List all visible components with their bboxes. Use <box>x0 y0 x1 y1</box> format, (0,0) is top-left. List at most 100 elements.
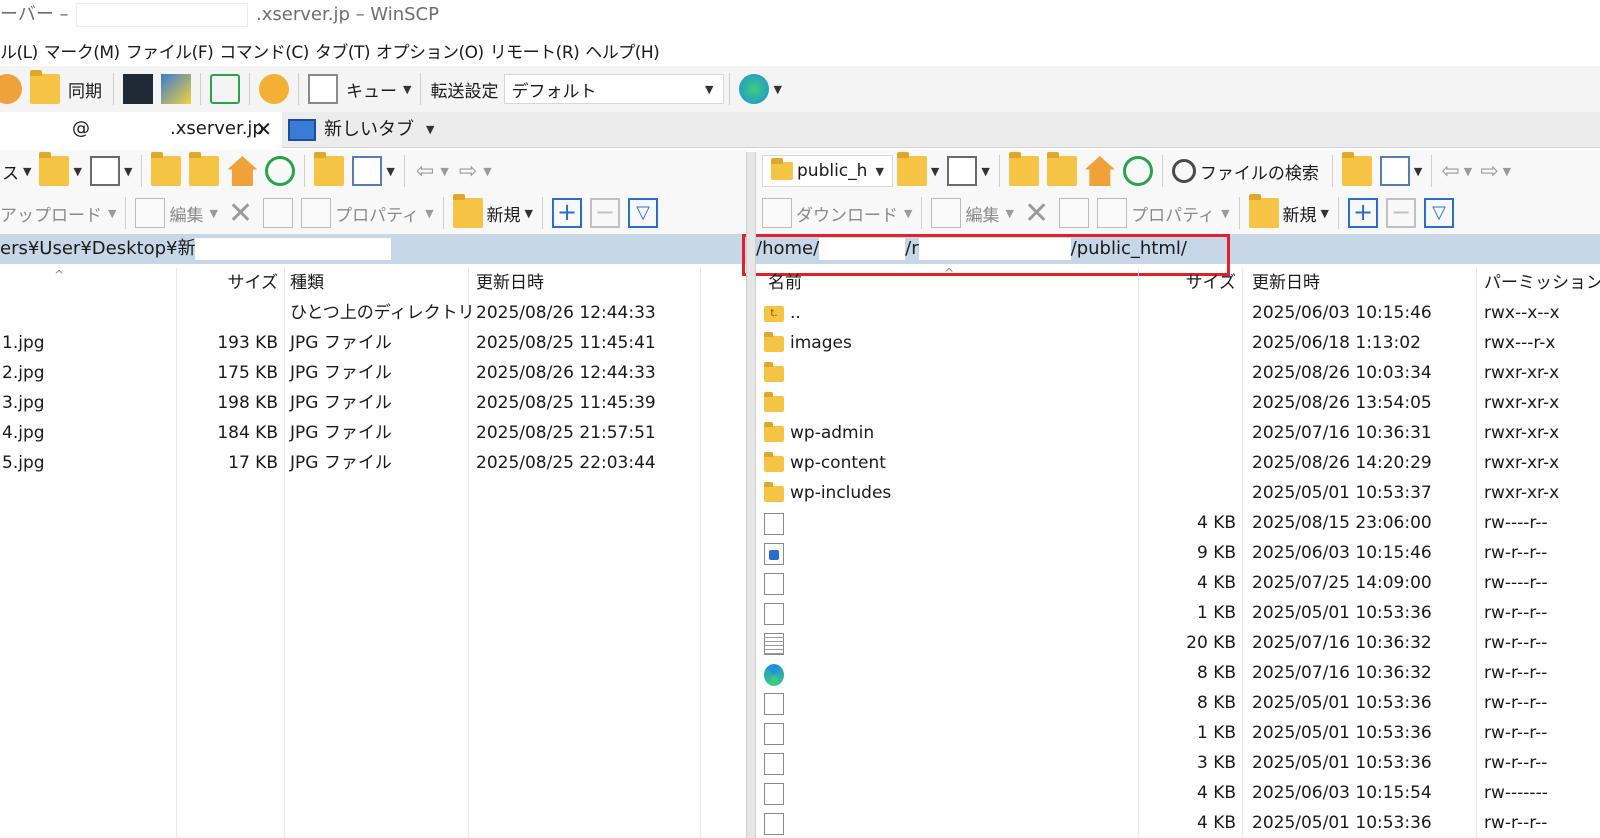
download-button[interactable]: ダウンロード <box>796 201 898 226</box>
back-arrow-icon[interactable]: ⇦ <box>1441 159 1459 184</box>
chevron-down-icon[interactable]: ▼ <box>904 207 912 220</box>
globe-icon[interactable] <box>739 74 770 104</box>
table-row[interactable]: 8 KB 2025/07/16 10:36:32 rw-r--r-- <box>756 658 1600 688</box>
header-permission[interactable]: パーミッション <box>1484 268 1600 298</box>
chevron-down-icon[interactable]: ▼ <box>124 165 132 178</box>
chevron-down-icon[interactable]: ▼ <box>1005 207 1013 220</box>
table-row[interactable]: 1 KB 2025/05/01 10:53:36 rw-r--r-- <box>756 598 1600 628</box>
local-path-bar[interactable]: ers¥User¥Desktop¥新 <box>0 234 746 264</box>
filter-icon[interactable] <box>947 156 978 186</box>
table-row[interactable]: 4 KB 2025/06/03 10:15:54 rw------- <box>756 778 1600 808</box>
properties-icon[interactable] <box>301 198 332 228</box>
table-row[interactable]: 1 KB 2025/05/01 10:53:36 rw-r--r-- <box>756 718 1600 748</box>
properties-button[interactable]: プロパティ <box>335 201 419 226</box>
header-modified[interactable]: 更新日時 <box>1252 268 1320 298</box>
table-row[interactable]: 2025/08/26 10:03:34 rwxr-xr-x <box>756 358 1600 388</box>
delete-icon[interactable]: ✕ <box>1024 196 1049 231</box>
edit-button[interactable]: 編集 <box>965 201 999 226</box>
refresh-icon[interactable] <box>1122 156 1153 186</box>
table-row[interactable]: 20 KB 2025/07/16 10:36:32 rw-r--r-- <box>756 628 1600 658</box>
chevron-down-icon[interactable]: ▼ <box>426 113 434 147</box>
menu-tab[interactable]: タブ(T) <box>315 38 376 63</box>
plus-icon[interactable]: + <box>1348 198 1378 228</box>
table-row[interactable]: 8 KB 2025/05/01 10:53:36 rw-r--r-- <box>756 688 1600 718</box>
table-row[interactable]: 3.jpg 198 KB JPG ファイル 2025/08/25 11:45:39 <box>0 388 746 418</box>
chevron-down-icon[interactable]: ▼ <box>1414 165 1422 178</box>
table-row[interactable]: 5.jpg 17 KB JPG ファイル 2025/08/25 22:03:44 <box>0 448 746 478</box>
chevron-down-icon[interactable]: ▼ <box>773 83 781 96</box>
menu-mark[interactable]: マーク(M) <box>44 38 126 63</box>
view-mode-icon[interactable] <box>352 156 383 186</box>
table-row[interactable]: 4 KB 2025/05/01 10:53:36 rw-r--r-- <box>756 808 1600 838</box>
search-icon[interactable] <box>1171 159 1196 183</box>
table-row[interactable]: 2025/08/26 13:54:05 rwxr-xr-x <box>756 388 1600 418</box>
properties-button[interactable]: プロパティ <box>1131 201 1215 226</box>
back-arrow-icon[interactable]: ⇦ <box>416 159 434 184</box>
table-row[interactable]: 4 KB 2025/07/25 14:09:00 rw----r-- <box>756 568 1600 598</box>
chevron-down-icon[interactable]: ▼ <box>108 207 116 220</box>
close-icon[interactable]: ✕ <box>255 112 272 146</box>
table-row[interactable]: 1.jpg 193 KB JPG ファイル 2025/08/25 11:45:41 <box>0 328 746 358</box>
menu-help[interactable]: ヘルプ(H) <box>585 38 665 63</box>
filter-select-icon[interactable]: ▽ <box>1424 198 1454 228</box>
chevron-down-icon[interactable]: ▼ <box>931 165 939 178</box>
home-icon[interactable] <box>227 156 258 186</box>
find-files-button[interactable]: ファイルの検索 <box>1200 159 1319 184</box>
chevron-down-icon[interactable]: ▼ <box>23 165 31 178</box>
header-size[interactable]: サイズ <box>228 268 279 298</box>
parent-directory-icon[interactable] <box>1008 152 1039 186</box>
header-name[interactable]: 名前 <box>768 268 802 298</box>
tab-session[interactable]: @ .xserver.jp ✕ <box>0 112 282 148</box>
forward-arrow-icon[interactable]: ⇨ <box>1480 159 1498 184</box>
pane-splitter[interactable] <box>746 152 756 838</box>
menu-options[interactable]: オプション(O) <box>376 38 490 63</box>
queue-icon[interactable] <box>308 74 338 104</box>
plus-icon[interactable]: + <box>552 198 582 228</box>
table-row[interactable]: wp-content 2025/08/26 14:20:29 rwxr-xr-x <box>756 448 1600 478</box>
minus-icon[interactable]: − <box>590 198 620 228</box>
table-row[interactable]: images 2025/06/18 1:13:02 rwx---r-x <box>756 328 1600 358</box>
chevron-down-icon[interactable]: ▼ <box>209 207 217 220</box>
table-row[interactable]: 9 KB 2025/06/03 10:15:46 rw-r--r-- <box>756 538 1600 568</box>
header-modified[interactable]: 更新日時 <box>476 268 544 298</box>
open-folder-icon[interactable] <box>39 152 70 186</box>
gear-icon[interactable] <box>259 74 289 104</box>
chevron-down-icon[interactable]: ▼ <box>981 165 989 178</box>
table-row[interactable]: 3 KB 2025/05/01 10:53:36 rw-r--r-- <box>756 748 1600 778</box>
menu-remote[interactable]: リモート(R) <box>490 38 586 63</box>
transfer-settings-select[interactable]: デフォルト ▼ <box>504 74 725 104</box>
header-type[interactable]: 種類 <box>290 268 324 298</box>
chevron-down-icon[interactable]: ▼ <box>1321 207 1329 220</box>
upload-button[interactable]: アップロード <box>0 201 102 226</box>
chevron-down-icon[interactable]: ▼ <box>73 165 81 178</box>
reconnect-icon[interactable] <box>210 74 240 104</box>
synchronize-icon[interactable] <box>30 70 60 104</box>
table-row[interactable]: 2.jpg 175 KB JPG ファイル 2025/08/26 12:44:33 <box>0 358 746 388</box>
filter-icon[interactable] <box>89 156 120 186</box>
table-row[interactable]: 4 KB 2025/08/15 23:06:00 rw----r-- <box>756 508 1600 538</box>
chevron-down-icon[interactable]: ▼ <box>403 83 411 96</box>
table-row[interactable]: ひとつ上のディレクトリ 2025/08/26 12:44:33 <box>0 298 746 328</box>
remote-folder-select[interactable]: public_h ▼ <box>762 155 893 187</box>
minus-icon[interactable]: − <box>1386 198 1416 228</box>
menu-local[interactable]: ル(L) <box>0 38 44 63</box>
rename-icon[interactable] <box>263 198 294 228</box>
edit-icon[interactable] <box>931 198 962 228</box>
terminal-icon[interactable] <box>123 74 153 104</box>
chevron-down-icon[interactable]: ▼ <box>1221 207 1229 220</box>
edit-icon[interactable] <box>135 198 166 228</box>
delete-icon[interactable]: ✕ <box>228 196 253 231</box>
putty-icon[interactable] <box>161 74 191 104</box>
edit-button[interactable]: 編集 <box>169 201 203 226</box>
open-folder-icon[interactable] <box>896 152 927 186</box>
chevron-down-icon[interactable]: ▼ <box>386 165 394 178</box>
filter-select-icon[interactable]: ▽ <box>628 198 658 228</box>
new-folder-icon[interactable] <box>1248 194 1279 228</box>
chevron-down-icon[interactable]: ▼ <box>1464 165 1472 178</box>
table-row[interactable]: t... 2025/06/03 10:15:46 rwx--x--x <box>756 298 1600 328</box>
new-folder-icon[interactable] <box>452 194 483 228</box>
chevron-down-icon[interactable]: ▼ <box>1503 165 1511 178</box>
table-row[interactable]: 4.jpg 184 KB JPG ファイル 2025/08/25 21:57:51 <box>0 418 746 448</box>
new-button[interactable]: 新規 <box>1283 201 1317 226</box>
properties-icon[interactable] <box>1097 198 1128 228</box>
